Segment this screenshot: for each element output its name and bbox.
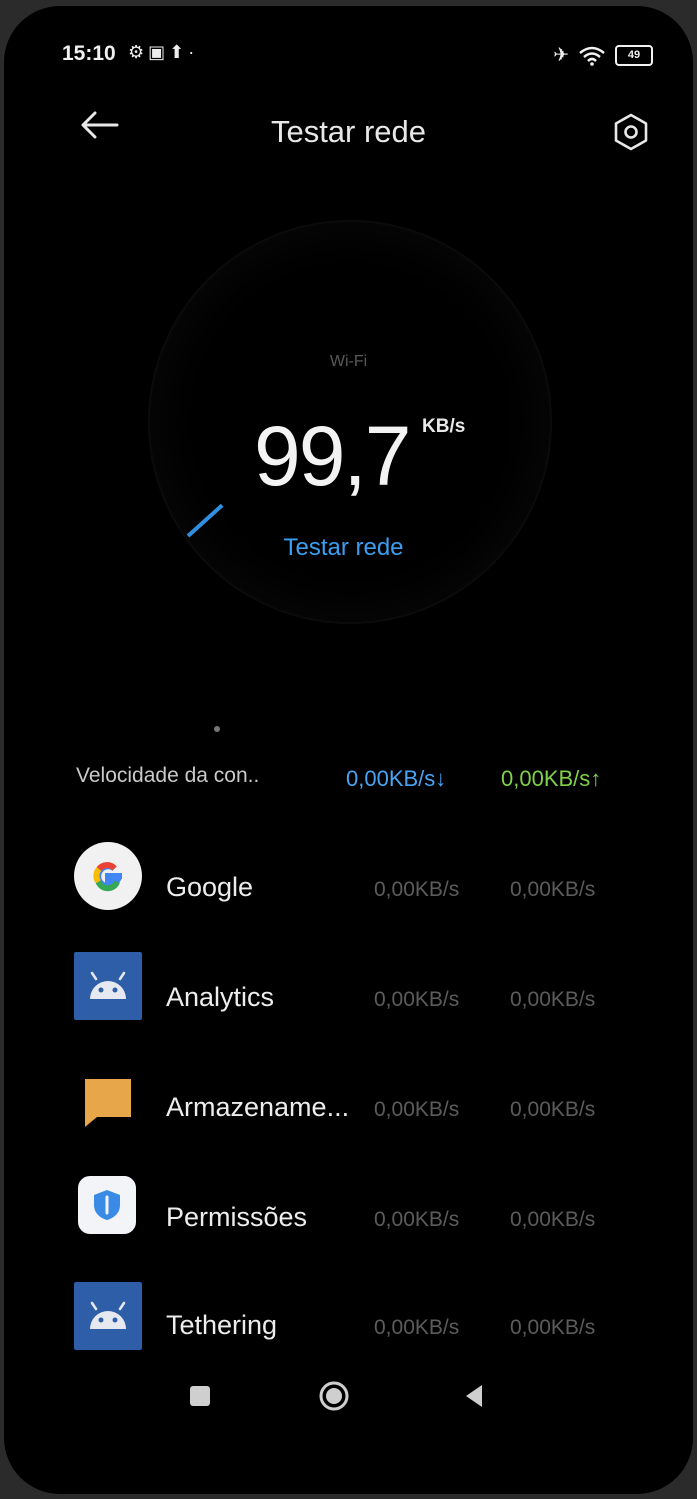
app-upload-speed: 0,00KB/s: [510, 988, 596, 1011]
speed-value: 99,7: [254, 409, 411, 503]
back-icon: [466, 1385, 482, 1407]
app-download-speed: 0,00KB/s: [374, 878, 460, 901]
storage-icon: [74, 1068, 142, 1136]
app-name: Analytics: [166, 982, 275, 1012]
wifi-icon: [579, 46, 605, 66]
gear-notification-icon: ⚙: [128, 42, 149, 62]
airplane-icon: ✈: [553, 45, 569, 66]
home-button[interactable]: [314, 1376, 354, 1416]
phone-screen: 15:10 ⚙▣⬆· ✈ 49 Testar rede Wi-Fi 99,7 K…: [4, 6, 693, 1494]
app-row-permissions[interactable]: Permissões 0,00KB/s 0,00KB/s: [4, 1168, 693, 1268]
app-upload-speed: 0,00KB/s: [510, 878, 596, 901]
google-icon: [74, 842, 142, 910]
app-name: Permissões: [166, 1202, 308, 1232]
test-network-button[interactable]: Testar rede: [4, 534, 693, 562]
battery-icon: 49: [615, 45, 653, 66]
app-download-speed: 0,00KB/s: [374, 1208, 460, 1231]
status-right: ✈ 49: [553, 44, 653, 67]
notification-icons: ⚙▣⬆·: [128, 42, 198, 63]
total-download-speed: 0,00KB/s↓: [346, 766, 447, 791]
recents-icon: [190, 1386, 210, 1406]
android-icon: [74, 952, 142, 1020]
nav-back-button[interactable]: [454, 1376, 494, 1416]
app-row-tethering[interactable]: Tethering 0,00KB/s 0,00KB/s: [4, 1278, 693, 1378]
android-icon: [74, 1282, 142, 1350]
app-upload-speed: 0,00KB/s: [510, 1316, 596, 1339]
app-name: Tethering: [166, 1310, 278, 1340]
settings-button[interactable]: [604, 102, 658, 162]
upload-notification-icon: ⬆: [169, 42, 189, 62]
connection-speed-label: Velocidade da con..: [76, 764, 260, 787]
app-row-analytics[interactable]: Analytics 0,00KB/s 0,00KB/s: [4, 948, 693, 1048]
dot-icon: ·: [188, 42, 199, 62]
app-download-speed: 0,00KB/s: [374, 1098, 460, 1121]
page-title: Testar rede: [270, 114, 427, 149]
status-time: 15:10: [62, 42, 116, 65]
speed-unit: KB/s: [422, 416, 466, 437]
total-upload-speed: 0,00KB/s↑: [501, 766, 602, 791]
permissions-icon: [78, 1176, 136, 1234]
app-download-speed: 0,00KB/s: [374, 1316, 460, 1339]
app-row-google[interactable]: Google 0,00KB/s 0,00KB/s: [4, 838, 693, 938]
app-name: Armazename...: [166, 1092, 350, 1122]
app-upload-speed: 0,00KB/s: [510, 1098, 596, 1121]
app-name: Google: [166, 872, 254, 902]
network-type-label: Wi-Fi: [329, 353, 368, 370]
app-notification-icon: ▣: [148, 42, 170, 62]
app-download-speed: 0,00KB/s: [374, 988, 460, 1011]
recents-button[interactable]: [180, 1376, 220, 1416]
home-icon: [319, 1381, 349, 1411]
app-upload-speed: 0,00KB/s: [510, 1208, 596, 1231]
status-bar: 15:10 ⚙▣⬆· ✈ 49: [4, 6, 693, 86]
test-network-label: Testar rede: [283, 534, 404, 561]
navigation-bar: [4, 1376, 693, 1436]
app-row-storage[interactable]: Armazename... 0,00KB/s 0,00KB/s: [4, 1058, 693, 1158]
page-indicator-dot: [214, 726, 220, 732]
settings-hexagon-icon: [614, 113, 648, 151]
